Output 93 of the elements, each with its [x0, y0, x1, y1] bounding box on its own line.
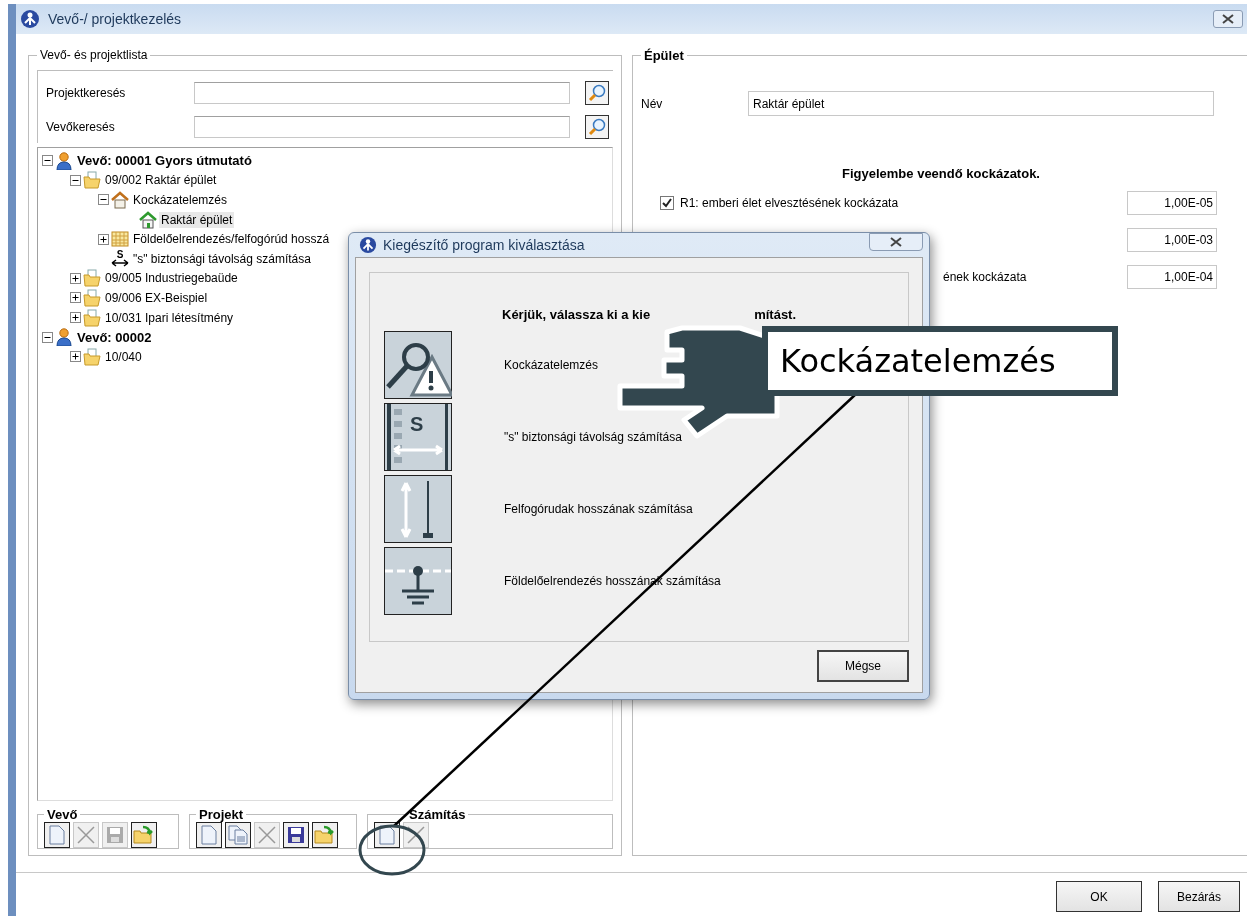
toolbar-button[interactable]	[225, 822, 251, 848]
person-icon	[55, 151, 73, 170]
dialog-button[interactable]: Bezárás	[1158, 881, 1240, 912]
section-heading: Figyelembe veendő kockázatok.	[841, 166, 1041, 181]
toolbar-button[interactable]	[196, 822, 222, 848]
folder-icon	[83, 171, 101, 190]
tree-item[interactable]: 09/006 EX-Beispiel	[103, 289, 210, 306]
risk-checkbox[interactable]	[660, 196, 674, 210]
tree-item[interactable]: Vevő: 00001 Gyors útmutató	[75, 152, 254, 170]
callout-label: Kockázatelemzés	[762, 326, 1118, 396]
search-button[interactable]	[585, 115, 609, 139]
double-arrow-icon	[111, 259, 129, 268]
group-title: Vevő- és projektlista	[39, 48, 149, 62]
search-label: Projektkeresés	[46, 86, 127, 100]
tree-item[interactable]: Vevő: 00002	[75, 328, 154, 346]
person-icon	[55, 328, 73, 347]
risk-label: ének kockázata	[943, 270, 1027, 284]
collapse-icon[interactable]	[42, 331, 53, 343]
tree-item[interactable]: 09/002 Raktár épület	[103, 172, 219, 189]
delete-icon	[257, 825, 277, 845]
search-button[interactable]	[585, 81, 609, 105]
folder-icon	[83, 308, 101, 327]
name-field[interactable]: Raktár épület	[748, 91, 1214, 116]
tree-item[interactable]: 09/005 Industriegebaüde	[103, 270, 240, 287]
risk-value-field[interactable]: 1,00E-03	[1127, 228, 1217, 252]
toolbar-button[interactable]	[312, 822, 338, 848]
delete-icon	[76, 825, 96, 845]
field-label: Név	[641, 96, 664, 111]
expand-icon[interactable]	[70, 351, 81, 363]
collapse-icon[interactable]	[42, 155, 53, 167]
open-folder-icon	[133, 825, 155, 845]
copy-icon	[228, 825, 248, 845]
search-label: Vevőkeresés	[46, 120, 116, 134]
tree-item[interactable]: 10/040	[103, 348, 144, 365]
dialog-button[interactable]: OK	[1056, 881, 1142, 912]
close-icon	[890, 237, 902, 247]
tree-item[interactable]: Földelőelrendezés/felfogórúd hosszá	[131, 231, 332, 248]
expand-icon[interactable]	[98, 233, 109, 245]
house-icon	[139, 210, 157, 229]
folder-icon	[83, 288, 101, 307]
option-label[interactable]: Kockázatelemzés	[504, 358, 599, 372]
cancel-button[interactable]: Mégse	[817, 650, 909, 682]
instruction-text: Kérjük, válassza ki a kie	[502, 307, 651, 324]
option-label[interactable]: Felfogórudak hosszának számítása	[504, 502, 693, 516]
toolbar-title: Projekt	[198, 807, 245, 822]
search-icon	[588, 118, 606, 136]
expand-icon[interactable]	[70, 272, 81, 284]
app-logo-icon	[20, 9, 40, 29]
delete-icon	[406, 825, 426, 845]
wall-distance-icon	[384, 403, 452, 471]
expand-icon[interactable]	[70, 312, 81, 324]
document-icon	[48, 825, 66, 845]
save-icon	[106, 826, 124, 844]
check-icon	[662, 198, 672, 208]
folder-icon	[83, 269, 101, 288]
risk-value-field[interactable]: 1,00E-04	[1127, 265, 1217, 289]
toolbar-button[interactable]	[131, 822, 157, 848]
house-icon	[111, 191, 129, 209]
grid-icon	[111, 230, 129, 249]
magnifier-warning-icon	[384, 331, 452, 399]
collapse-icon[interactable]	[70, 174, 81, 186]
search-field[interactable]	[194, 116, 570, 138]
option-label[interactable]: "s" biztonsági távolság számítása	[504, 430, 682, 444]
distance-symbol: S	[410, 413, 424, 436]
collapse-icon[interactable]	[98, 194, 109, 206]
tree-item[interactable]: 10/031 Ipari létesítmény	[103, 309, 236, 326]
instruction-text: mítást.	[754, 307, 797, 324]
app-logo-icon	[359, 236, 377, 254]
dialog-title: Kiegészítő program kiválasztása	[383, 237, 585, 253]
close-icon	[1222, 14, 1234, 24]
risk-value-field[interactable]: 1,00E-05	[1127, 191, 1217, 215]
open-folder-icon	[314, 825, 336, 845]
ground-icon	[384, 547, 452, 615]
close-button[interactable]	[1213, 10, 1243, 28]
document-icon	[200, 825, 218, 845]
tree-item[interactable]: Kockázatelemzés	[131, 192, 230, 208]
highlight-circle	[358, 824, 426, 876]
folder-icon	[83, 347, 101, 366]
close-button[interactable]	[869, 233, 923, 251]
window-title: Vevő-/ projektkezelés	[48, 11, 182, 27]
toolbar-button[interactable]	[283, 822, 309, 848]
tree-item[interactable]: "s" biztonsági távolság számítása	[131, 250, 313, 267]
search-field[interactable]	[194, 82, 570, 104]
group-title: Épület	[643, 48, 685, 63]
risk-label: R1: emberi élet elvesztésének kockázata	[680, 196, 899, 210]
tree-item[interactable]: Raktár épület	[159, 211, 235, 228]
expand-icon[interactable]	[70, 292, 81, 304]
toolbar-title: Számítás	[408, 807, 467, 822]
distance-symbol: S	[116, 250, 124, 260]
save-icon	[287, 826, 305, 844]
toolbar-title: Vevő	[46, 807, 79, 822]
toolbar-button[interactable]	[44, 822, 70, 848]
search-icon	[588, 84, 606, 102]
